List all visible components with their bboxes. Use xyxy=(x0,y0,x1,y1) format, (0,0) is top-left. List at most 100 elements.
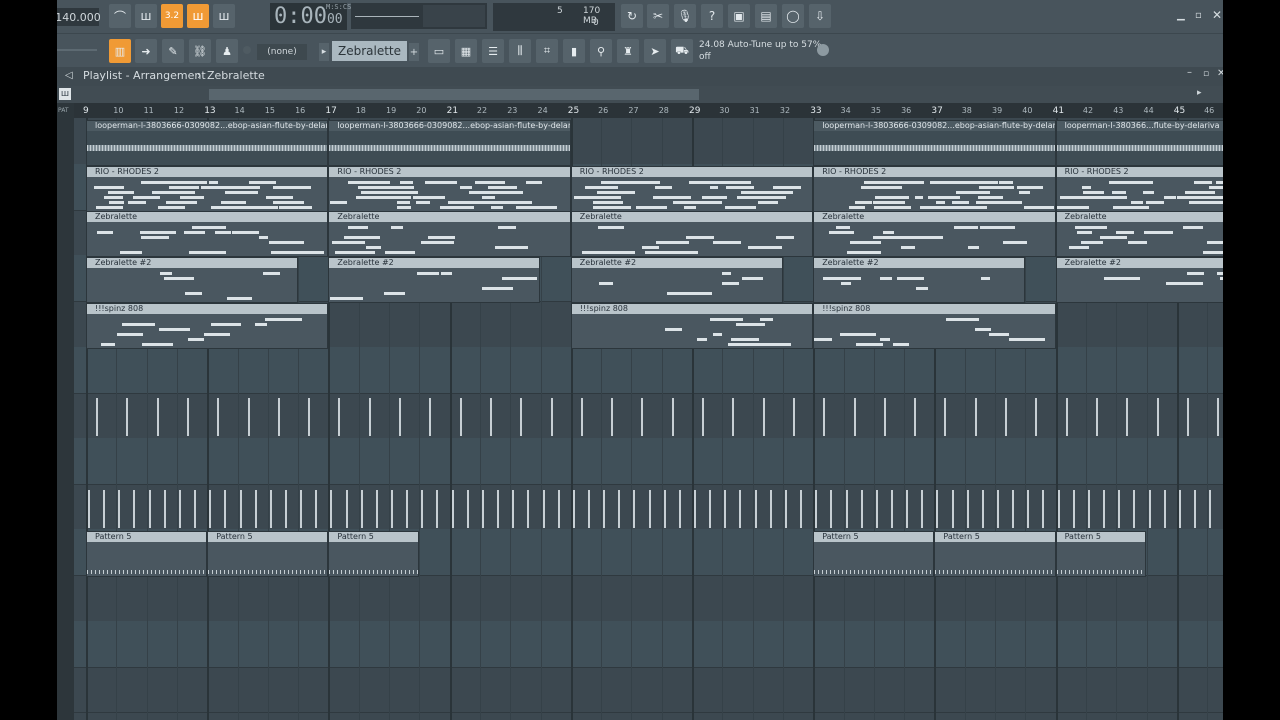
cut-icon[interactable]: ✂ xyxy=(647,4,669,28)
pattern-clip[interactable]: Zebralette xyxy=(570,211,814,258)
project-icon[interactable]: ▮ xyxy=(563,39,585,63)
track-lane[interactable] xyxy=(74,620,1223,668)
download-icon[interactable]: ⇩ xyxy=(809,4,831,28)
note xyxy=(1021,185,1039,189)
track-lane[interactable] xyxy=(74,666,1223,714)
playlist-maximize-icon[interactable]: ▫ xyxy=(1203,69,1209,79)
pattern-clip[interactable]: RIO - RHODES 2 xyxy=(328,165,571,212)
pattern-clip[interactable]: Zebralette xyxy=(86,211,329,258)
pattern-clip[interactable]: RIO - RHODES 2 xyxy=(813,165,1056,212)
chat-icon[interactable]: ◯ xyxy=(782,4,804,28)
pattern-clip[interactable]: RIO - RHODES 2 xyxy=(570,165,814,212)
pattern-song-mode-button[interactable]: 3.2 xyxy=(161,4,183,28)
tempo-tapper-icon[interactable]: ♜ xyxy=(617,39,639,63)
pattern-clip[interactable]: Pattern 5 xyxy=(207,531,329,578)
playlist-grid[interactable]: looperman-l-3803666-0309082...ebop-asian… xyxy=(74,118,1223,720)
speaker-icon[interactable]: ◁ xyxy=(65,70,73,81)
note xyxy=(384,292,406,296)
pattern-clip[interactable]: RIO - RHODES 2 xyxy=(86,165,329,212)
pattern-clip[interactable]: looperman-l-3803666-0309082...ebop-asian… xyxy=(328,120,571,166)
playlist-minimize-icon[interactable]: – xyxy=(1187,67,1192,78)
pattern-clip[interactable]: Pattern 5 xyxy=(813,531,935,578)
pattern-clip[interactable]: !!!spinz 808 xyxy=(813,302,1056,349)
tempo-display[interactable]: 140.000 xyxy=(57,8,101,26)
pattern-clip[interactable]: Zebralette xyxy=(813,211,1056,258)
undo-icon[interactable]: ↻ xyxy=(621,4,643,28)
loop-record-icon[interactable]: ш xyxy=(213,4,235,28)
pattern-clip[interactable]: Zebralette #2 xyxy=(86,257,299,304)
ruler-bar-32: 32 xyxy=(779,106,791,115)
shop-icon[interactable]: ⛟ xyxy=(671,39,693,63)
time-ruler[interactable]: 9 10 11 12 13 14 15 16 17 18 19 20 21 22 23 24 25 26 27 28 2… xyxy=(57,103,1223,118)
pattern-clip[interactable]: looperman-l-3803666-0309082...ebop-asian… xyxy=(86,120,329,166)
pattern-clip[interactable]: RIO - RHODES 2 xyxy=(1055,165,1223,212)
track-lane[interactable] xyxy=(74,392,1223,440)
pattern-clip[interactable]: Pattern 5 xyxy=(328,531,420,578)
scrollbar-thumb[interactable] xyxy=(209,89,699,100)
plugin-icon[interactable]: ⚲ xyxy=(590,39,612,63)
scroll-right-icon[interactable]: ▸ xyxy=(1197,88,1209,100)
minimize-icon[interactable]: ▁ xyxy=(1177,10,1189,21)
pattern-clip[interactable]: Zebralette #2 xyxy=(570,257,783,304)
pattern-prev-icon[interactable]: ▸ xyxy=(319,43,329,61)
horizontal-scrollbar[interactable]: ш ▸ xyxy=(57,86,1223,103)
snap-select[interactable]: (none) xyxy=(257,44,307,60)
stamp-icon[interactable]: ♟ xyxy=(216,39,238,63)
track-lane[interactable] xyxy=(74,346,1223,394)
clip-title: Zebralette #2 xyxy=(571,258,782,269)
drum-hit xyxy=(1133,489,1136,528)
render-icon[interactable]: ▤ xyxy=(755,4,777,28)
globe-icon[interactable] xyxy=(817,44,829,56)
step-edit-icon[interactable]: ш xyxy=(187,4,209,28)
shortcut-icon[interactable]: ➤ xyxy=(644,39,666,63)
output-monitor[interactable] xyxy=(351,3,487,29)
pattern-clip[interactable]: Zebralette #2 xyxy=(813,257,1026,304)
pattern-clip[interactable]: looperman-l-3803666-0309082...ebop-asian… xyxy=(813,120,1056,166)
pattern-clip[interactable]: !!!spinz 808 xyxy=(86,302,329,349)
drum-hit xyxy=(156,398,159,437)
cpu-memory-panel[interactable]: 5 170 MB 0 xyxy=(493,3,615,31)
close-icon[interactable]: ✕ xyxy=(1212,8,1223,22)
channel-rack-icon[interactable]: ☰ xyxy=(482,39,504,63)
clip-title: RIO - RHODES 2 xyxy=(87,166,328,177)
microphone-icon[interactable]: 🎙 xyxy=(674,4,696,28)
pattern-clip[interactable]: Pattern 5 xyxy=(934,531,1056,578)
wait-input-icon[interactable]: ш xyxy=(135,4,157,28)
mixer-icon[interactable]: ⫼ xyxy=(509,39,531,63)
pattern-clip[interactable]: Pattern 5 xyxy=(1055,531,1147,578)
snap-indicator-icon[interactable] xyxy=(243,46,251,54)
playlist-icon[interactable]: ▭ xyxy=(428,39,450,63)
drum-hit xyxy=(421,489,424,528)
metronome-icon[interactable]: ⌒ xyxy=(109,4,131,28)
drum-hit xyxy=(800,489,803,528)
add-pattern-icon[interactable]: + xyxy=(409,43,419,61)
pattern-clip[interactable]: Zebralette #2 xyxy=(1055,257,1223,304)
browser-icon[interactable]: ⌗ xyxy=(536,39,558,63)
link-icon[interactable]: ⛓ xyxy=(189,39,211,63)
maximize-icon[interactable]: ▫ xyxy=(1195,10,1207,21)
clip-title: looperman-l-380366...flute-by-delariva xyxy=(1056,121,1223,131)
note xyxy=(709,317,743,321)
brush-tool-icon[interactable]: ✎ xyxy=(162,39,184,63)
pattern-clip[interactable]: Zebralette #2 xyxy=(328,257,541,304)
pattern-clip[interactable]: Pattern 5 xyxy=(86,531,208,578)
pattern-clip[interactable]: Zebralette xyxy=(328,211,571,258)
note xyxy=(1080,241,1103,245)
pattern-selector[interactable]: Zebralette xyxy=(332,41,407,61)
pattern-clip[interactable]: Zebralette xyxy=(1055,211,1223,258)
save-icon[interactable]: ▣ xyxy=(728,4,750,28)
note xyxy=(522,200,532,204)
pattern-clip[interactable]: looperman-l-380366...flute-by-delariva xyxy=(1055,120,1223,166)
master-volume-slider[interactable] xyxy=(57,49,97,51)
playlist-close-icon[interactable]: ✕ xyxy=(1217,68,1223,79)
help-icon[interactable]: ? xyxy=(701,4,723,28)
playlist-window-icon[interactable]: ▥ xyxy=(109,39,131,63)
news-hint[interactable]: 24.08 Auto-Tune up to 57% off xyxy=(699,39,833,65)
drum-hit xyxy=(663,489,666,528)
track-lane[interactable] xyxy=(74,575,1223,622)
piano-icon[interactable]: ш xyxy=(59,88,71,100)
pattern-clip[interactable]: !!!spinz 808 xyxy=(570,302,814,349)
piano-roll-icon[interactable]: ▦ xyxy=(455,39,477,63)
arrow-tool-icon[interactable]: ➜ xyxy=(135,39,157,63)
track-lane[interactable] xyxy=(74,437,1223,485)
